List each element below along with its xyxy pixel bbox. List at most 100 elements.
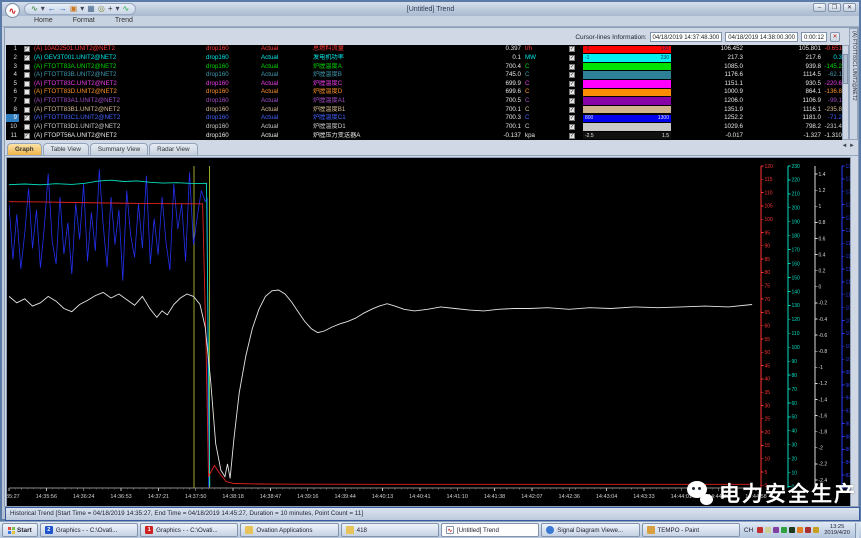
table-row[interactable]: 2✓(A) GEV3T001.UNIT2@NET2drop160Actual发电… [6,54,844,63]
row-checkbox[interactable] [24,64,30,70]
svg-text:1240: 1240 [846,202,851,208]
drop-cell: drop160 [206,97,261,105]
scale-checkbox[interactable]: ✓ [569,107,575,113]
scale-checkbox[interactable]: ✓ [569,81,575,87]
svg-text:14:35:27: 14:35:27 [7,494,20,500]
table-row[interactable]: 9✓(A) FTOTT83C1.UNIT2@NET2drop160Actual炉… [6,114,844,123]
row-checkbox[interactable]: ✓ [24,133,30,139]
scale-checkbox[interactable]: ✓ [569,115,575,121]
taskbar-button[interactable]: 418 [341,523,439,537]
value-cell: 0.397 [483,45,521,53]
row-checkbox[interactable]: ✓ [24,55,30,61]
taskbar-button[interactable]: Signal Diagram Viewe... [541,523,639,537]
forward-arrow-icon[interactable]: → [59,4,67,14]
tab-summary-view[interactable]: Summary View [90,143,148,155]
spark-line-icon[interactable]: ∿ [123,4,130,14]
scale-checkbox[interactable]: ✓ [569,72,575,78]
cursor-end-field[interactable]: 04/18/2019 14:38:00.300 [725,32,798,42]
show-desktop-button[interactable] [855,523,859,538]
tray-icon[interactable] [813,527,819,533]
status-cell: Actual [261,114,313,122]
scale-checkbox[interactable]: ✓ [569,55,575,61]
dropdown-caret-icon[interactable]: ▾ [80,4,84,14]
svg-text:20: 20 [792,457,798,463]
svg-text:-0.6: -0.6 [819,333,828,339]
back-arrow-icon[interactable]: ← [48,4,56,14]
taskbar-clock[interactable]: 13:25 2019/4/20 [821,524,853,536]
row-number: 2 [6,54,19,62]
tab-scroll-arrows[interactable]: ◄ ► [841,143,855,149]
menu-format[interactable]: Format [65,16,103,26]
table-row[interactable]: 8(A) FTOTT83B1.UNIT2@NET2drop160Actual炉膛… [6,105,844,114]
cursor-close-icon[interactable]: ✕ [830,32,840,42]
scale-checkbox[interactable]: ✓ [569,98,575,104]
row-checkbox[interactable]: ✓ [24,46,30,52]
row-checkbox[interactable] [24,98,30,104]
grid-icon[interactable]: ▦ [87,4,95,14]
trend-graph-panel[interactable]: 14:35:2714:35:5614:36:2414:36:5314:37:21… [6,157,851,507]
scale-max: 1.5 [662,132,669,140]
svg-text:1280: 1280 [846,177,851,183]
taskbar-button[interactable]: TEMPO - Paint [642,523,740,537]
tray-icon[interactable] [805,527,811,533]
scale-checkbox[interactable]: ✓ [569,46,575,52]
language-indicator[interactable]: CH [742,527,755,534]
trend-chart[interactable]: 14:35:2714:35:5614:36:2414:36:5314:37:21… [7,158,850,506]
tab-table-view[interactable]: Table View [43,143,89,155]
scale-checkbox[interactable]: ✓ [569,89,575,95]
tray-icon[interactable] [789,527,795,533]
svg-text:80: 80 [765,270,771,276]
row-checkbox[interactable] [24,124,30,130]
svg-text:14:42:36: 14:42:36 [559,494,580,500]
scale-checkbox[interactable]: ✓ [569,64,575,70]
row-checkbox[interactable] [24,81,30,87]
close-button[interactable]: ✕ [843,3,856,12]
tab-graph[interactable]: Graph [7,143,42,155]
cursor-start-field[interactable]: 04/18/2019 14:37:48.300 [650,32,723,42]
menu-home[interactable]: Home [26,16,61,26]
table-row[interactable]: 11✓(A) FTOPT56A.UNIT2@NET2drop160Actual炉… [6,131,844,140]
taskbar-button[interactable]: ∿[Untitled] Trend [441,523,539,537]
row-checkbox[interactable] [24,72,30,78]
menu-trend[interactable]: Trend [107,16,141,26]
dropdown-caret-icon[interactable]: ▾ [116,4,120,14]
start-button[interactable]: Start [2,523,38,537]
tray-icon[interactable] [773,527,779,533]
row-checkbox[interactable] [24,107,30,113]
row-checkbox[interactable] [24,89,30,95]
trend-chart-icon[interactable]: ∿ [31,4,38,14]
row-checkbox[interactable]: ✓ [24,115,30,121]
tray-icon[interactable] [781,527,787,533]
table-row[interactable]: 5(A) FTOTT83C.UNIT2@NET2drop160Actual炉膛温… [6,80,844,89]
table-row[interactable]: 6(A) FTOTT83D.UNIT2@NET2drop160Actual炉膛温… [6,88,844,97]
cursor2-value-cell: -1.327 [743,132,821,140]
taskbar-button[interactable]: Ovation Applications [240,523,338,537]
cursor2-value-cell: 1116.1 [743,106,821,114]
tray-icon[interactable] [797,527,803,533]
table-row[interactable]: 4(A) FTOTT83B.UNIT2@NET2drop160Actual炉膛温… [6,71,844,80]
svg-text:-0.8: -0.8 [819,349,828,355]
table-row[interactable]: 7(A) FTOTT83A1.UNIT2@NET2drop160Actual炉膛… [6,97,844,106]
app-logo-icon[interactable]: ∿ [5,3,20,18]
table-row[interactable]: 1✓(A) 10AD2501.UNIT2@NET2drop160Actual总燃… [6,45,844,54]
tab-radar-view[interactable]: Radar View [149,143,197,155]
add-icon[interactable]: + [108,4,113,14]
scale-checkbox[interactable]: ✓ [569,124,575,130]
dropdown-caret-icon[interactable]: ▾ [41,4,45,14]
svg-text:30: 30 [765,403,771,409]
minimize-button[interactable]: – [813,3,826,12]
cursor1-value-cell: 1085.0 [671,63,743,71]
scale-checkbox[interactable]: ✓ [569,133,575,139]
cursor-duration-field[interactable]: 0:00:12 [801,32,827,42]
tray-icon[interactable] [757,527,763,533]
taskbar-button[interactable]: 1Graphics - - C:\Ovati... [140,523,238,537]
export-icon[interactable]: ▣ [70,4,78,14]
signal-flyout-tab[interactable]: (A) FTOTT83C1.UNIT2@NET2 [849,28,858,140]
table-row[interactable]: 3(A) FTOTT83A.UNIT2@NET2drop160Actual炉膛温… [6,62,844,71]
maximize-button[interactable]: ❐ [828,3,841,12]
table-scrollbar[interactable] [842,45,849,140]
taskbar-button[interactable]: 2Graphics - - C:\Ovati... [40,523,138,537]
table-row[interactable]: 10(A) FTOTT83D1.UNIT2@NET2drop160Actual炉… [6,123,844,132]
tray-icon[interactable] [765,527,771,533]
zoom-icon[interactable]: ◎ [98,4,105,14]
